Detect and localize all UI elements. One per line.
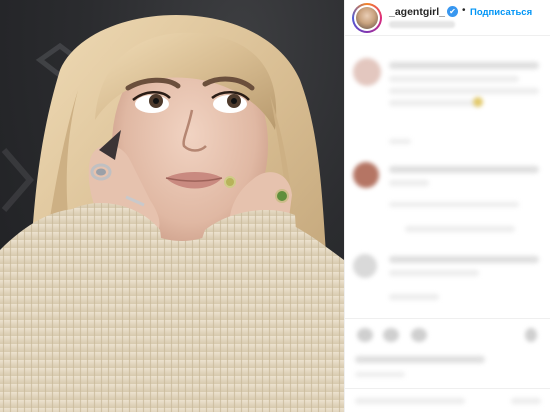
avatar-image xyxy=(356,7,378,29)
verified-badge-icon: ✔ xyxy=(447,6,458,17)
post-photo[interactable] xyxy=(0,0,344,412)
header-separator: • xyxy=(462,5,466,16)
save-icon[interactable] xyxy=(525,328,537,342)
caption-time-blurred xyxy=(389,139,411,144)
comment-icon[interactable] xyxy=(383,328,399,342)
post-photo-illustration xyxy=(0,15,344,412)
comment-text-blurred xyxy=(389,180,429,186)
comment-replies-blurred xyxy=(405,226,515,232)
caption-avatar-blurred xyxy=(353,58,381,86)
caption-text-blurred xyxy=(389,88,539,94)
location-line-blurred xyxy=(389,21,455,28)
comment-text-blurred xyxy=(389,166,539,173)
comment-divider xyxy=(345,388,550,389)
post-date-blurred xyxy=(355,372,405,377)
comment-text-blurred xyxy=(389,294,439,300)
follow-button[interactable]: Подписаться xyxy=(470,7,532,18)
add-comment-blurred[interactable] xyxy=(355,398,465,404)
caption-text-blurred xyxy=(389,76,519,82)
post-side-panel: _agentgirl_ ✔ • Подписаться xyxy=(344,0,550,412)
comment-text-blurred xyxy=(389,270,479,276)
share-icon[interactable] xyxy=(411,328,427,342)
like-icon[interactable] xyxy=(357,328,373,342)
comment-text-blurred xyxy=(389,256,539,263)
avatar-border xyxy=(354,5,380,31)
caption-text-blurred xyxy=(389,62,539,69)
comment-meta-blurred xyxy=(389,202,519,207)
username-link[interactable]: _agentgirl_ xyxy=(389,6,445,18)
profile-avatar[interactable] xyxy=(352,3,382,33)
publish-button-blurred[interactable] xyxy=(511,398,541,404)
post-header: _agentgirl_ ✔ • Подписаться xyxy=(345,0,550,36)
emoji-blurred xyxy=(473,97,483,107)
actions-divider xyxy=(345,318,550,319)
comment-avatar-blurred xyxy=(353,162,379,188)
likes-text-blurred xyxy=(355,356,485,363)
caption-text-blurred xyxy=(389,100,479,106)
comment-avatar-blurred xyxy=(353,254,377,278)
